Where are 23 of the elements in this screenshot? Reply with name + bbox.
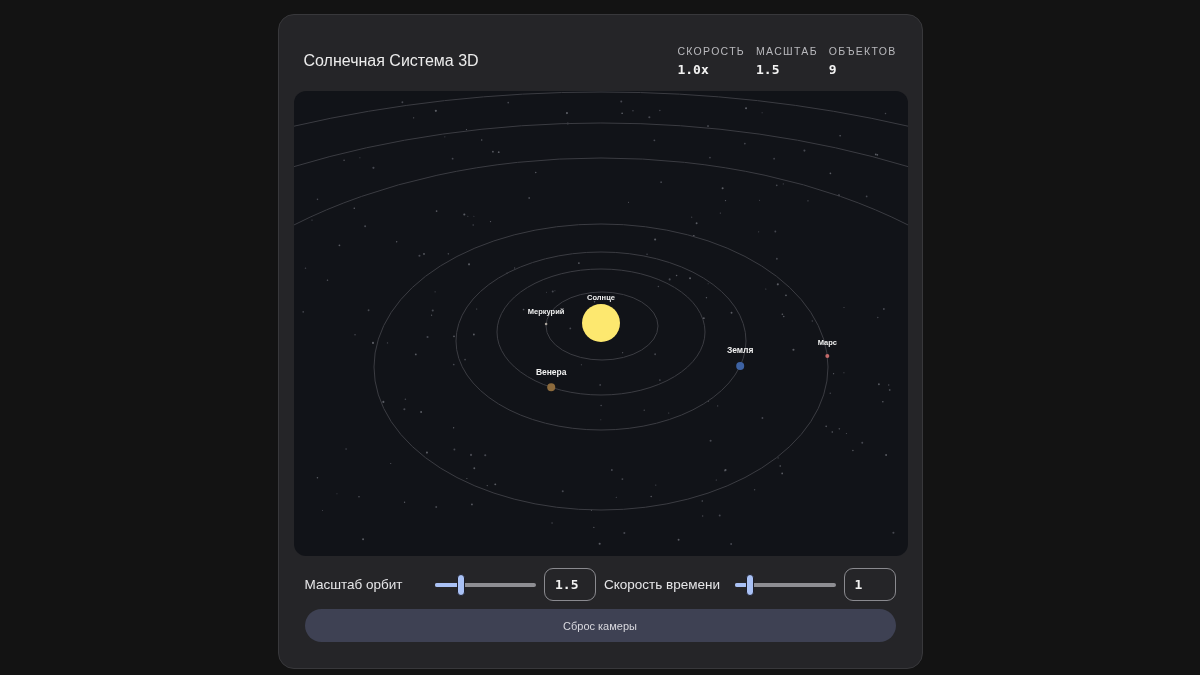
slider[interactable] — [734, 572, 836, 597]
slider-thumb[interactable] — [457, 573, 466, 596]
app-title: Солнечная Система 3D — [303, 52, 479, 70]
planet-label: Венера — [535, 367, 567, 378]
reset-camera-button[interactable]: Сброс камеры — [304, 609, 896, 642]
control-label: Скорость времени — [604, 577, 722, 592]
stat-label: ОБЪЕКТОВ — [828, 45, 897, 57]
sun-disc[interactable] — [581, 304, 620, 342]
number-field[interactable]: 1.5 — [544, 568, 596, 601]
planet-dot[interactable] — [735, 361, 744, 370]
stat-label: СКОРОСТЬ — [677, 45, 746, 57]
planet-label: Земля — [726, 344, 753, 355]
planet-dot[interactable] — [546, 383, 555, 392]
planet-dot[interactable] — [544, 322, 547, 326]
control-label: Масштаб орбит — [304, 577, 404, 592]
stat-label: МАСШТАБ — [756, 45, 818, 57]
planet-dot[interactable] — [824, 354, 829, 358]
number-field[interactable]: 1 — [843, 568, 896, 601]
slider-thumb[interactable] — [745, 573, 754, 596]
slider[interactable] — [435, 572, 536, 597]
stat-value: 1.5 — [756, 62, 781, 77]
stat-value: 9 — [828, 62, 838, 77]
stat-value: 1.0x — [677, 62, 710, 77]
